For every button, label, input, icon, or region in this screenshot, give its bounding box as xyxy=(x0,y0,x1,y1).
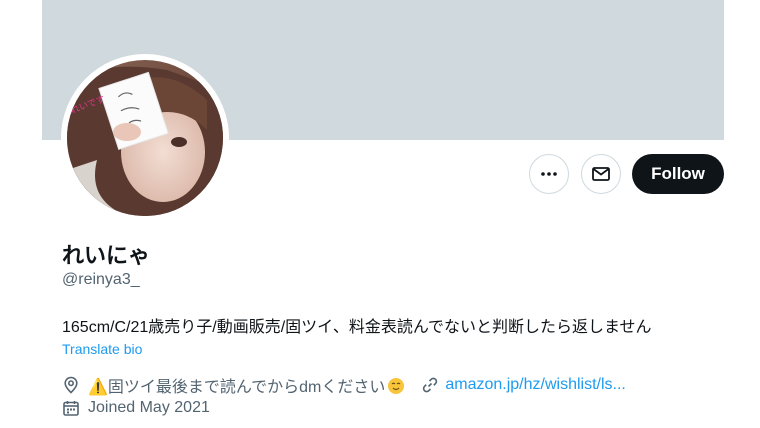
mail-icon xyxy=(592,167,610,181)
profile-column: れいです Follow れいにゃ @reinya3_ 165cm/C/21歳売り… xyxy=(42,0,724,428)
website-link[interactable]: amazon.jp/hz/wishlist/ls... xyxy=(445,376,626,394)
profile-meta-row: ⚠️固ツイ最後まで読んでからdmください amazon.jp/hz/wishli… xyxy=(62,374,626,396)
link-icon-wrap xyxy=(421,376,439,394)
joined-date: Joined May 2021 xyxy=(88,399,210,416)
joined-date-row: Joined May 2021 xyxy=(62,397,210,419)
profile-location: ⚠️固ツイ最後まで読んでからdmください xyxy=(88,373,405,397)
display-name: れいにゃ xyxy=(62,243,151,268)
warning-icon: ⚠️ xyxy=(88,377,108,396)
translate-bio-link[interactable]: Translate bio xyxy=(62,341,142,357)
location-text: 固ツイ最後まで読んでからdmください xyxy=(107,379,386,396)
avatar-border: れいです xyxy=(61,54,229,222)
follow-button[interactable]: Follow xyxy=(632,154,724,194)
smiling-face-emoji xyxy=(388,378,405,394)
location-pin-icon xyxy=(64,376,78,394)
more-options-button[interactable] xyxy=(529,154,569,194)
avatar[interactable]: れいです xyxy=(67,60,223,216)
link-icon xyxy=(423,377,438,393)
message-button[interactable] xyxy=(581,154,621,194)
page: れいです Follow れいにゃ @reinya3_ 165cm/C/21歳売り… xyxy=(0,0,760,428)
more-horizontal-icon xyxy=(541,172,557,176)
profile-bio: 165cm/C/21歳売り子/動画販売/固ツイ、料金表読んでないと判断したら返し… xyxy=(62,319,652,336)
user-handle: @reinya3_ xyxy=(62,271,140,288)
calendar-icon xyxy=(63,401,79,416)
avatar-photo: れいです xyxy=(67,60,223,216)
